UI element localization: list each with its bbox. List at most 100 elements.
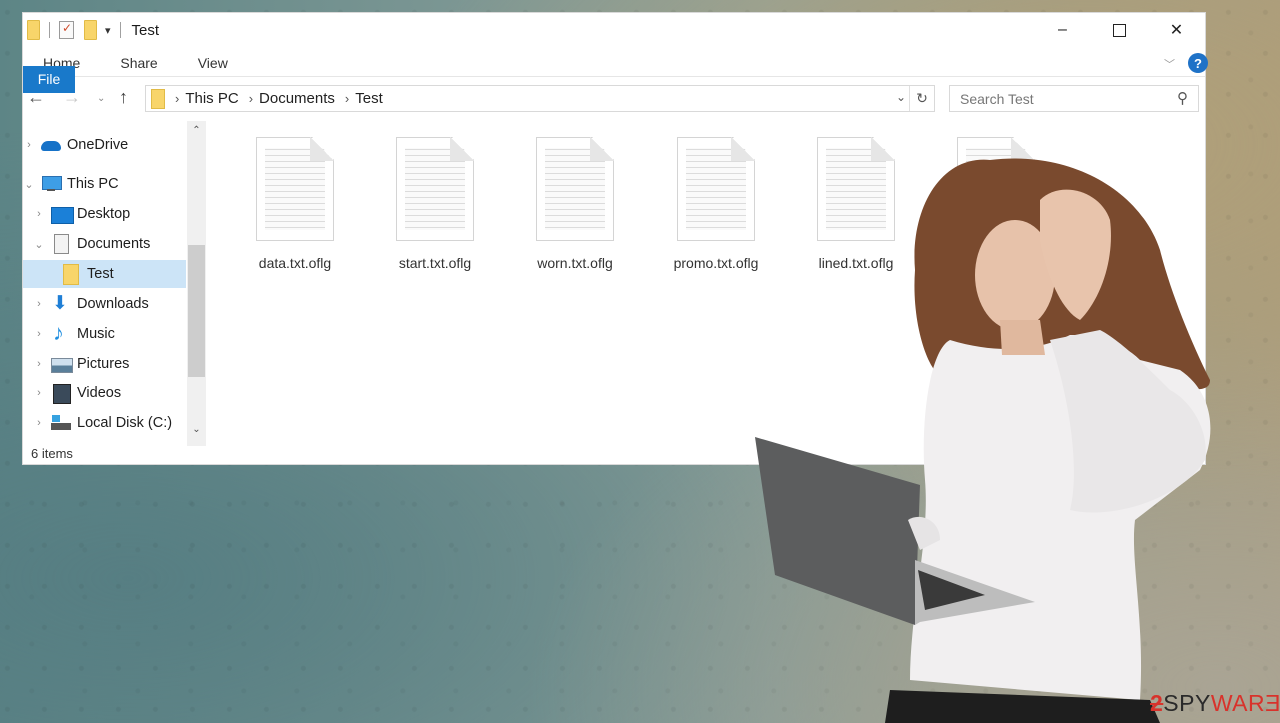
sidebar-item-desktop[interactable]: › Desktop <box>23 200 186 228</box>
breadcrumb-this-pc[interactable]: This PC <box>185 90 238 107</box>
properties-icon[interactable] <box>59 21 74 39</box>
file-item[interactable]: lined.txt.oflg <box>801 137 911 271</box>
refresh-button[interactable]: ↻ <box>909 86 934 111</box>
help-icon[interactable]: ? <box>1188 53 1208 73</box>
address-bar[interactable]: › This PC › Documents › Test ⌄ ↻ <box>145 85 935 112</box>
tab-view[interactable]: View <box>178 50 248 77</box>
sidebar-item-label: Music <box>77 326 115 342</box>
up-button[interactable]: ↑ <box>119 87 128 108</box>
computer-icon <box>41 176 62 192</box>
breadcrumb-separator[interactable]: › <box>345 91 349 106</box>
laptop-lid <box>755 437 920 625</box>
customize-toolbar-icon[interactable]: ▾ <box>105 24 111 37</box>
sidebar-item-label: Pictures <box>77 356 130 372</box>
breadcrumb-separator[interactable]: › <box>249 91 253 106</box>
folder-icon[interactable] <box>27 20 40 40</box>
music-icon <box>51 320 71 346</box>
sidebar-item-local-disk[interactable]: › Local Disk (C:) <box>23 409 186 437</box>
navigation-pane: › OneDrive ⌄ This PC › Desktop ⌄ Documen… <box>23 121 208 446</box>
quick-access-toolbar: ▾ <box>27 20 130 40</box>
holding-hand <box>908 516 940 550</box>
text-file-icon <box>957 137 1035 241</box>
expand-icon[interactable]: › <box>33 417 45 429</box>
close-button[interactable]: ✕ <box>1148 13 1205 47</box>
expand-icon[interactable]: › <box>23 139 35 151</box>
sidebar-item-label: Local Disk (C:) <box>77 415 173 431</box>
ribbon-tabs: File Home Share View ﹀ ? <box>23 50 1208 93</box>
tab-share[interactable]: Share <box>100 50 177 77</box>
folder-icon <box>61 264 81 285</box>
text-file-icon <box>396 137 474 241</box>
file-list: data.txt.oflg start.txt.oflg worn.txt.of… <box>223 121 1205 446</box>
expand-icon[interactable]: › <box>33 328 45 340</box>
sidebar-item-documents[interactable]: ⌄ Documents <box>23 230 186 258</box>
breadcrumb-test[interactable]: Test <box>355 90 383 107</box>
collapse-icon[interactable]: ⌄ <box>23 178 35 191</box>
sidebar-item-onedrive[interactable]: › OneDrive <box>23 131 186 159</box>
folder-icon <box>151 88 165 109</box>
expand-icon[interactable]: › <box>33 358 45 370</box>
sidebar-item-label: Test <box>87 266 114 282</box>
sidebar-item-label: Documents <box>77 236 151 252</box>
search-box[interactable]: ⚲ <box>949 85 1199 112</box>
expand-icon[interactable]: › <box>33 387 45 399</box>
recent-locations-button[interactable]: ⌄ <box>97 93 105 104</box>
navigation-bar: ← → ⌄ ↑ › This PC › Documents › Test ⌄ ↻… <box>23 83 1205 115</box>
sidebar-item-videos[interactable]: › Videos <box>23 379 186 407</box>
expand-icon[interactable]: › <box>33 298 45 310</box>
address-dropdown-icon[interactable]: ⌄ <box>896 90 906 104</box>
sidebar-item-downloads[interactable]: › Downloads <box>23 290 186 318</box>
sidebar-item-this-pc[interactable]: ⌄ This PC <box>23 170 186 198</box>
sidebar-item-test[interactable]: Test <box>23 260 186 288</box>
search-input[interactable] <box>950 90 1160 107</box>
videos-icon <box>51 384 71 404</box>
minimize-button[interactable]: – <box>1034 13 1091 47</box>
laptop-base <box>915 560 1035 625</box>
file-name: lined.txt.oflg <box>818 255 894 271</box>
disk-icon <box>51 415 71 431</box>
text-file-icon <box>677 137 755 241</box>
file-name: promo.txt.oflg <box>673 255 759 271</box>
maximize-button[interactable] <box>1091 13 1148 47</box>
text-file-icon <box>536 137 614 241</box>
2spyware-watermark-logo: 2SPYWARƎ <box>1150 690 1280 716</box>
documents-icon <box>51 234 71 254</box>
file-item[interactable]: worn.txt.oflg <box>520 137 630 271</box>
desktop-icon <box>51 206 74 224</box>
expand-ribbon-icon[interactable]: ﹀ <box>1164 56 1175 72</box>
title-bar: ▾ Test – ✕ <box>23 13 1205 47</box>
scrollbar-thumb[interactable] <box>188 245 205 377</box>
pictures-icon <box>51 356 73 373</box>
new-folder-icon[interactable] <box>84 20 97 40</box>
file-item[interactable]: promo.txt.oflg <box>661 137 771 271</box>
file-item[interactable]: start.txt.oflg <box>380 137 490 271</box>
forward-button[interactable]: → <box>63 87 81 108</box>
file-name: blur <box>956 255 980 271</box>
file-item[interactable]: data.txt.oflg <box>240 137 350 271</box>
downloads-icon <box>51 292 71 315</box>
breadcrumb-documents[interactable]: Documents <box>259 90 335 107</box>
text-file-icon <box>256 137 334 241</box>
file-item[interactable]: blur <box>941 137 1051 271</box>
scroll-down-button[interactable]: ⌄ <box>187 424 206 442</box>
window-controls: – ✕ <box>1034 13 1205 47</box>
divider <box>49 22 50 38</box>
sidebar-item-music[interactable]: › Music <box>23 320 186 348</box>
file-name: start.txt.oflg <box>398 255 472 271</box>
collapse-icon[interactable]: ⌄ <box>33 238 45 251</box>
sidebar-item-pictures[interactable]: › Pictures <box>23 350 186 378</box>
maximize-icon <box>1113 23 1126 37</box>
onedrive-icon <box>41 137 61 153</box>
navigation-pane-scrollbar[interactable]: ⌃ ⌄ <box>187 121 206 446</box>
status-bar-item-count: 6 items <box>31 446 73 461</box>
laptop-keyboard <box>918 570 985 610</box>
scroll-up-button[interactable]: ⌃ <box>187 125 206 143</box>
sidebar-item-label: Desktop <box>77 206 131 222</box>
sidebar-item-label: Downloads <box>77 296 149 312</box>
search-icon[interactable]: ⚲ <box>1177 89 1188 107</box>
text-file-icon <box>817 137 895 241</box>
file-explorer-window: ▾ Test – ✕ File Home Share View ﹀ ? ← → … <box>22 12 1208 465</box>
back-button[interactable]: ← <box>27 87 45 108</box>
breadcrumb-separator[interactable]: › <box>175 91 179 106</box>
expand-icon[interactable]: › <box>33 208 45 220</box>
